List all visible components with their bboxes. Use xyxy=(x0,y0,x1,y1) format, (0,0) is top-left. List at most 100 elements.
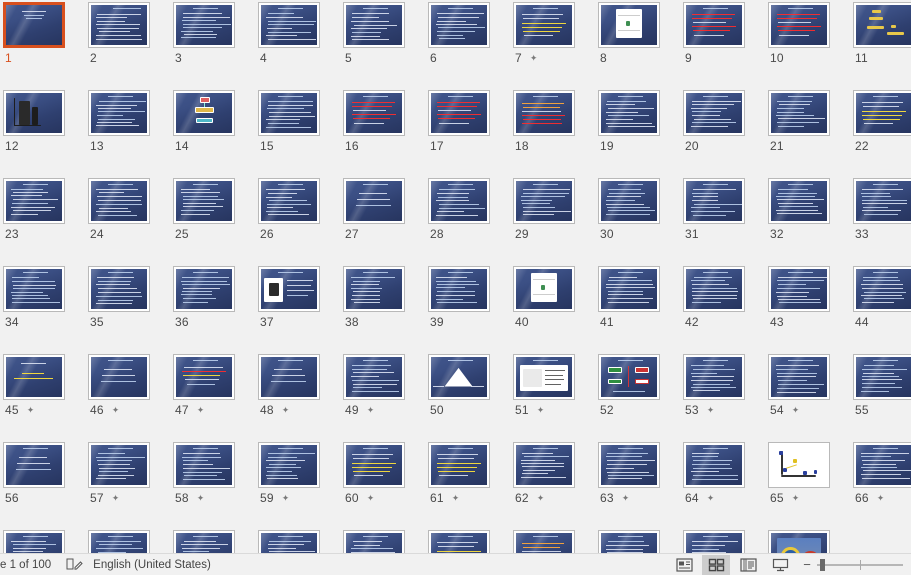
slide-thumbnail[interactable] xyxy=(343,442,405,488)
slide-thumbnail[interactable] xyxy=(343,266,405,312)
animation-star-icon[interactable]: ✦ xyxy=(197,403,205,417)
slide-cell[interactable]: 34 xyxy=(0,266,85,354)
slide-thumbnail[interactable] xyxy=(258,354,320,400)
slide-cell[interactable]: 74 xyxy=(595,530,680,553)
slide-thumbnail[interactable] xyxy=(258,530,320,553)
slide-thumbnail[interactable] xyxy=(88,2,150,48)
slide-thumbnail[interactable] xyxy=(173,266,235,312)
slide-cell[interactable]: 71 xyxy=(340,530,425,553)
slide-thumbnail[interactable] xyxy=(88,90,150,136)
slide-cell[interactable]: 31 xyxy=(680,178,765,266)
slide-cell[interactable]: 7 ✦ xyxy=(510,2,595,90)
animation-star-icon[interactable]: ✦ xyxy=(537,491,545,505)
animation-star-icon[interactable]: ✦ xyxy=(622,491,630,505)
slide-thumbnail[interactable] xyxy=(768,442,830,488)
slide-thumbnail[interactable] xyxy=(428,354,490,400)
slide-cell[interactable]: 70 xyxy=(255,530,340,553)
animation-star-icon[interactable]: ✦ xyxy=(707,491,715,505)
animation-star-icon[interactable]: ✦ xyxy=(877,491,885,505)
slide-cell[interactable]: 58 ✦ xyxy=(170,442,255,530)
slide-cell[interactable]: 13 xyxy=(85,90,170,178)
animation-star-icon[interactable]: ✦ xyxy=(792,403,800,417)
slide-cell[interactable]: 68 xyxy=(85,530,170,553)
slide-thumbnail[interactable] xyxy=(343,2,405,48)
slide-thumbnail[interactable] xyxy=(258,2,320,48)
slide-cell[interactable]: 61 ✦ xyxy=(425,442,510,530)
slide-cell[interactable]: 10 xyxy=(765,2,850,90)
slide-thumbnail[interactable] xyxy=(683,354,745,400)
slide-thumbnail[interactable] xyxy=(513,90,575,136)
slide-cell[interactable]: 37 xyxy=(255,266,340,354)
slide-thumbnail[interactable] xyxy=(683,90,745,136)
slide-cell[interactable]: 72 xyxy=(425,530,510,553)
slide-cell[interactable]: 54 ✦ xyxy=(765,354,850,442)
animation-star-icon[interactable]: ✦ xyxy=(27,403,35,417)
slide-cell[interactable]: 36 xyxy=(170,266,255,354)
slide-cell[interactable]: 48 ✦ xyxy=(255,354,340,442)
slide-thumbnail[interactable] xyxy=(258,178,320,224)
slide-thumbnail[interactable] xyxy=(258,442,320,488)
slide-thumbnail[interactable] xyxy=(173,530,235,553)
slide-cell[interactable]: 1 xyxy=(0,2,85,90)
notes-pencil-icon[interactable] xyxy=(61,555,87,575)
slide-thumbnail[interactable] xyxy=(3,442,65,488)
slide-cell[interactable]: 16 xyxy=(340,90,425,178)
slide-cell[interactable]: 3 xyxy=(170,2,255,90)
slide-cell[interactable]: 26 xyxy=(255,178,340,266)
slide-thumbnail[interactable] xyxy=(173,90,235,136)
animation-star-icon[interactable]: ✦ xyxy=(112,403,120,417)
slide-cell[interactable]: 41 xyxy=(595,266,680,354)
slide-thumbnail[interactable] xyxy=(768,2,830,48)
slide-thumbnail[interactable] xyxy=(853,266,911,312)
slide-thumbnail[interactable] xyxy=(88,266,150,312)
slide-thumbnail[interactable] xyxy=(428,90,490,136)
slide-thumbnail[interactable] xyxy=(598,266,660,312)
reading-view-button[interactable] xyxy=(734,555,762,575)
slide-thumbnail[interactable] xyxy=(343,354,405,400)
slide-thumbnail[interactable] xyxy=(3,90,65,136)
slide-cell[interactable]: 76 xyxy=(765,530,850,553)
slide-thumbnail[interactable] xyxy=(513,354,575,400)
slide-thumbnail[interactable] xyxy=(173,354,235,400)
slide-cell[interactable]: 15 xyxy=(255,90,340,178)
slide-cell[interactable]: 51 ✦ xyxy=(510,354,595,442)
slide-thumbnail[interactable] xyxy=(768,90,830,136)
slide-cell[interactable]: 6 xyxy=(425,2,510,90)
slide-cell[interactable]: 24 xyxy=(85,178,170,266)
animation-star-icon[interactable]: ✦ xyxy=(452,491,460,505)
slide-cell[interactable]: 19 xyxy=(595,90,680,178)
slide-cell[interactable]: 56 xyxy=(0,442,85,530)
slide-cell[interactable]: 40 xyxy=(510,266,595,354)
slide-cell[interactable]: 25 xyxy=(170,178,255,266)
slide-thumbnail[interactable] xyxy=(853,354,911,400)
slide-thumbnail[interactable] xyxy=(343,178,405,224)
slide-cell[interactable]: 52 xyxy=(595,354,680,442)
slide-cell[interactable]: 67 xyxy=(0,530,85,553)
slide-thumbnail[interactable] xyxy=(173,442,235,488)
slide-thumbnail[interactable] xyxy=(683,178,745,224)
slide-thumbnail[interactable] xyxy=(428,178,490,224)
slide-cell[interactable]: 47 ✦ xyxy=(170,354,255,442)
slide-sorter-view-button[interactable] xyxy=(702,554,730,575)
slide-thumbnail[interactable] xyxy=(598,442,660,488)
slide-thumbnail[interactable] xyxy=(3,178,65,224)
zoom-control[interactable]: − xyxy=(796,558,911,571)
slide-thumbnail[interactable] xyxy=(683,442,745,488)
slide-thumbnail[interactable] xyxy=(683,2,745,48)
zoom-out-button[interactable]: − xyxy=(802,558,812,571)
slide-thumbnail[interactable] xyxy=(428,530,490,553)
slide-thumbnail[interactable] xyxy=(768,354,830,400)
slide-thumbnail[interactable] xyxy=(258,266,320,312)
slide-cell[interactable]: 12 xyxy=(0,90,85,178)
animation-star-icon[interactable]: ✦ xyxy=(282,491,290,505)
slide-cell[interactable]: 18 xyxy=(510,90,595,178)
slide-cell[interactable]: 42 xyxy=(680,266,765,354)
slide-thumbnail[interactable] xyxy=(513,2,575,48)
slide-cell[interactable]: 64 ✦ xyxy=(680,442,765,530)
slide-cell[interactable]: 2 xyxy=(85,2,170,90)
slide-thumbnail[interactable] xyxy=(598,354,660,400)
slide-thumbnail[interactable] xyxy=(3,2,65,48)
slide-thumbnail[interactable] xyxy=(513,530,575,553)
animation-star-icon[interactable]: ✦ xyxy=(707,403,715,417)
slide-cell[interactable]: 53 ✦ xyxy=(680,354,765,442)
